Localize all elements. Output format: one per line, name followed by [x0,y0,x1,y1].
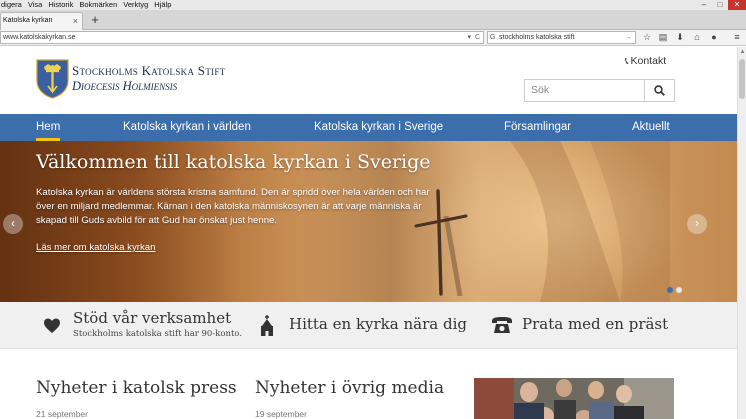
page-viewport: Stockholms Katolska Stift Dioecesis Holm… [0,47,737,419]
menu-item-view[interactable]: Visa [25,0,45,10]
browser-tab[interactable]: Katolska kyrkan × [0,12,83,30]
new-tab-button[interactable]: + [88,12,102,28]
hero-read-more-link[interactable]: Läs mer om katolska kyrkan [36,242,155,253]
browser-navbar: www.katolskakyrkan.se ▾ C G stockholms k… [0,30,746,46]
slider-prev-button[interactable]: ‹ [3,214,23,234]
talk-priest-title[interactable]: Prata med en präst [522,315,668,333]
contact-label: Kontakt [630,55,667,67]
heart-icon [44,318,60,333]
menu-item-tools[interactable]: Verktyg [120,0,151,10]
slider-dot[interactable] [676,287,682,293]
church-icon [261,315,273,336]
browser-tabstrip: Katolska kyrkan × + [0,10,746,30]
news-media-date: 19 september [255,409,307,419]
hero-description: Katolska kyrkan är världens största kris… [36,187,430,226]
nav-item-home[interactable]: Hem [36,114,61,141]
clipboard-icon[interactable]: ▤ [656,31,670,44]
support-title[interactable]: Stöd vår verksamhet [73,309,231,327]
scrollbar-thumb[interactable] [739,59,745,99]
hero-slider: Välkommen till katolska kyrkan i Sverige… [0,141,737,302]
dropdown-arrow-icon[interactable]: ▾ [467,32,471,43]
services-band: Stöd vår verksamhet Stockholms katolska … [0,302,737,349]
minimize-button[interactable]: – [696,0,712,10]
slider-pagination [667,287,682,293]
main-navigation: Hem Katolska kyrkan i världen Katolska k… [0,114,737,141]
contact-link[interactable]: 📞︎ Kontakt [625,55,666,67]
search-button[interactable] [644,80,674,101]
slider-dot[interactable] [667,287,673,293]
tab-close-icon[interactable]: × [73,13,78,29]
search-engine-icon[interactable]: G [490,32,495,43]
browser-search-bar[interactable]: G stockholms katolska stift → [487,31,636,44]
home-icon[interactable]: ⌂ [690,31,704,44]
news-media-heading[interactable]: Nyheter i övrig media [255,378,444,398]
slider-next-button[interactable]: › [687,214,707,234]
phone-icon [492,317,512,333]
reload-icon[interactable]: C [475,32,480,43]
tab-title: Katolska kyrkan [3,17,53,24]
browser-search-text: stockholms katolska stift [499,34,575,41]
hamburger-menu-icon[interactable]: ≡ [730,31,744,44]
phone-small-icon: 📞︎ [625,56,629,67]
nav-item-church-world[interactable]: Katolska kyrkan i världen [123,114,251,141]
nav-item-parishes[interactable]: Församlingar [504,114,571,141]
nav-item-news[interactable]: Aktuellt [632,114,670,141]
support-subtitle: Stockholms katolska stift har 90-konto. [73,329,243,339]
nav-item-church-sweden[interactable]: Katolska kyrkan i Sverige [314,114,443,141]
news-catholic-heading[interactable]: Nyheter i katolsk press [36,378,237,398]
find-church-title[interactable]: Hitta en kyrka nära dig [289,315,467,333]
chat-icon[interactable]: ● [707,31,721,44]
search-icon [654,85,665,96]
close-window-button[interactable]: ✕ [728,0,746,10]
menu-item-bookmarks[interactable]: Bokmärken [76,0,120,10]
hero-title: Välkommen till katolska kyrkan i Sverige [36,151,431,173]
scroll-up-arrow-icon[interactable]: ▲ [739,49,746,55]
site-search [524,79,675,102]
bookmark-star-icon[interactable]: ☆ [640,31,654,44]
browser-menubar: digera Visa Historik Bokmärken Verktyg H… [0,0,746,10]
site-title[interactable]: Stockholms Katolska Stift [72,63,226,79]
cross-shadow-image [510,141,670,302]
address-bar[interactable]: www.katolskakyrkan.se ▾ C [0,31,484,44]
search-input[interactable] [531,80,647,101]
url-text: www.katolskakyrkan.se [3,34,76,41]
menu-item-help[interactable]: Hjälp [151,0,174,10]
menu-item-edit[interactable]: digera [0,0,25,10]
window-controls: – □ ✕ [696,0,746,10]
download-icon[interactable]: ⬇ [673,31,687,44]
site-subtitle: Dioecesis Holmiensis [72,79,178,93]
page-scrollbar[interactable]: ▲ [737,47,746,419]
group-photo[interactable] [474,378,674,419]
maximize-button[interactable]: □ [712,0,728,10]
news-catholic-date: 21 september [36,409,88,419]
menu-item-history[interactable]: Historik [45,0,76,10]
search-go-icon[interactable]: → [625,32,632,43]
diocese-logo[interactable] [36,59,69,99]
